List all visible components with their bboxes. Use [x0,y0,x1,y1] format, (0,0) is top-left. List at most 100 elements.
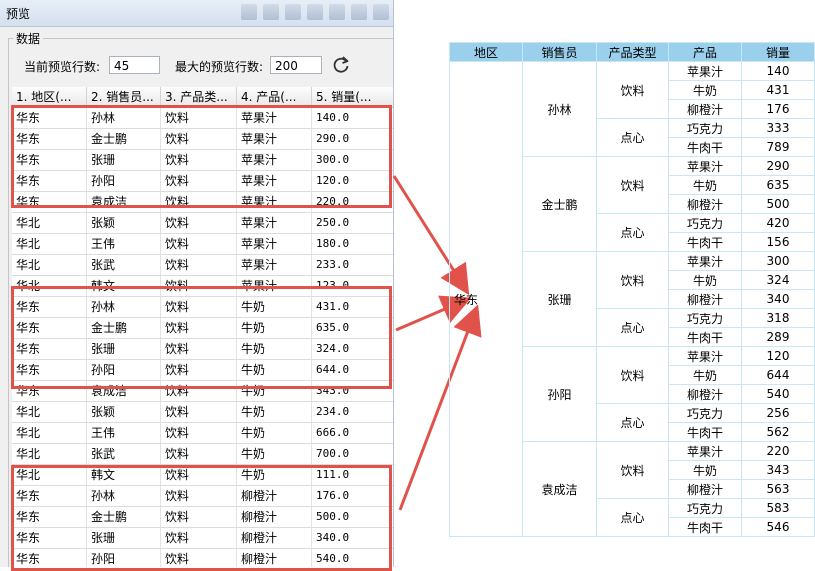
pivot-seller-cell: 金士鹏 [522,156,597,252]
grid-cell: 张珊 [87,150,161,170]
toolbar-icon[interactable] [263,4,279,20]
pivot-sales-cell: 156 [741,232,815,252]
pivot-product-cell: 牛肉干 [668,517,742,537]
grid-cell: 牛奶 [237,444,312,464]
toolbar-icon[interactable] [329,4,345,20]
current-rows-input[interactable]: 45 [109,56,160,74]
grid-row[interactable]: 华东 孙阳 饮料 柳橙汁 540.0 [12,549,393,567]
title-bar: 预览 [0,0,393,27]
grid-cell: 140.0 [312,108,393,128]
grid-cell: 500.0 [312,507,393,527]
grid-cell: 饮料 [161,150,237,170]
pivot-type-cell: 点心 [596,308,669,347]
grid-cell: 华北 [12,276,87,296]
pivot-region-cell: 华东 [449,61,523,537]
grid-row[interactable]: 华东 孙林 饮料 苹果汁 140.0 [12,108,393,129]
group-title: 数据 [13,30,44,47]
grid-cell: 牛奶 [237,402,312,422]
grid-cell: 饮料 [161,192,237,212]
grid-cell: 袁成洁 [87,192,161,212]
grid-cell: 300.0 [312,150,393,170]
grid-row[interactable]: 华东 孙林 饮料 柳橙汁 176.0 [12,486,393,507]
grid-row[interactable]: 华东 袁成洁 饮料 牛奶 343.0 [12,381,393,402]
grid-row[interactable]: 华东 张珊 饮料 柳橙汁 340.0 [12,528,393,549]
grid-body: 华东 孙林 饮料 苹果汁 140.0 华东 金士鹏 饮料 苹果汁 290.0 华东 张珊 饮料 苹果汁 30… [12,108,393,567]
column-header[interactable]: 4. 产品(... [237,87,312,107]
column-header[interactable]: 3. 产品类... [161,87,237,107]
pivot-sales-cell: 343 [741,460,815,480]
grid-row[interactable]: 华东 金士鹏 饮料 柳橙汁 500.0 [12,507,393,528]
grid-cell: 苹果汁 [237,129,312,149]
pivot-column-header: 销量 [741,42,815,62]
grid-row[interactable]: 华东 张珊 饮料 牛奶 324.0 [12,339,393,360]
grid-row[interactable]: 华北 张颖 饮料 苹果汁 250.0 [12,213,393,234]
grid-row[interactable]: 华北 王伟 饮料 牛奶 666.0 [12,423,393,444]
grid-cell: 袁成洁 [87,381,161,401]
current-rows-label: 当前预览行数: [24,60,101,74]
grid-row[interactable]: 华北 张武 饮料 苹果汁 233.0 [12,255,393,276]
grid-row[interactable]: 华东 孙林 饮料 牛奶 431.0 [12,297,393,318]
column-header[interactable]: 5. 销量(... [312,87,393,107]
toolbar-icon[interactable] [285,4,301,20]
grid-cell: 牛奶 [237,297,312,317]
pivot-sales-cell: 289 [741,327,815,347]
grid-row[interactable]: 华东 张珊 饮料 苹果汁 300.0 [12,150,393,171]
pivot-sales-cell: 176 [741,99,815,119]
grid-row[interactable]: 华东 袁成洁 饮料 苹果汁 220.0 [12,192,393,213]
grid-row[interactable]: 华东 孙阳 饮料 牛奶 644.0 [12,360,393,381]
grid-row[interactable]: 华东 金士鹏 饮料 牛奶 635.0 [12,318,393,339]
grid-cell: 苹果汁 [237,213,312,233]
grid-cell: 华东 [12,549,87,567]
pivot-sales-cell: 562 [741,422,815,442]
pivot-product-cell: 牛肉干 [668,137,742,157]
grid-cell: 柳橙汁 [237,507,312,527]
grid-cell: 180.0 [312,234,393,254]
grid-cell: 王伟 [87,423,161,443]
pivot-sales-cell: 563 [741,479,815,499]
pivot-sales-cell: 256 [741,403,815,423]
max-rows-input[interactable]: 200 [270,56,322,74]
preview-window: 预览 数据 当前预览行数: 45 最大的预览行数: 200 1. 地区(... 2… [0,0,394,567]
grid-cell: 韩文 [87,276,161,296]
grid-cell: 金士鹏 [87,318,161,338]
grid-cell: 柳橙汁 [237,528,312,548]
pivot-product-cell: 牛肉干 [668,327,742,347]
grid-cell: 苹果汁 [237,108,312,128]
grid-row[interactable]: 华北 韩文 饮料 牛奶 111.0 [12,465,393,486]
refresh-icon[interactable] [331,55,351,75]
toolbar-icon[interactable] [307,4,323,20]
grid-row[interactable]: 华北 王伟 饮料 苹果汁 180.0 [12,234,393,255]
grid-row[interactable]: 华北 张武 饮料 牛奶 700.0 [12,444,393,465]
toolbar-icon[interactable] [241,4,257,20]
grid-cell: 340.0 [312,528,393,548]
grid-cell: 孙阳 [87,360,161,380]
grid-cell: 饮料 [161,129,237,149]
grid-cell: 饮料 [161,108,237,128]
grid-cell: 饮料 [161,213,237,233]
pivot-report: 地区 销售员 产品类型 产品 销量 华东 孙林 饮料 苹果汁 140 牛奶 431 柳橙汁 176 点心 巧克… [449,42,815,537]
column-header[interactable]: 1. 地区(... [12,87,87,107]
grid-cell: 孙林 [87,108,161,128]
grid-row[interactable]: 华东 金士鹏 饮料 苹果汁 290.0 [12,129,393,150]
grid-cell: 苹果汁 [237,234,312,254]
pivot-type-cell: 点心 [596,498,669,537]
grid-row[interactable]: 华北 韩文 饮料 苹果汁 123.0 [12,276,393,297]
grid-cell: 牛奶 [237,318,312,338]
grid-cell: 苹果汁 [237,276,312,296]
grid-cell: 华东 [12,381,87,401]
grid-row[interactable]: 华东 孙阳 饮料 苹果汁 120.0 [12,171,393,192]
pivot-seller-cell: 袁成洁 [522,441,597,537]
pivot-type-cell: 点心 [596,213,669,252]
toolbar-icon[interactable] [373,4,389,20]
pivot-column-header: 产品类型 [596,42,669,62]
grid-cell: 饮料 [161,255,237,275]
pivot-column-header: 销售员 [522,42,597,62]
toolbar-icon[interactable] [351,4,367,20]
column-header[interactable]: 2. 销售员... [87,87,161,107]
grid-row[interactable]: 华北 张颖 饮料 牛奶 234.0 [12,402,393,423]
pivot-product-cell: 巧克力 [668,308,742,328]
grid-cell: 635.0 [312,318,393,338]
grid-cell: 431.0 [312,297,393,317]
grid-cell: 饮料 [161,402,237,422]
grid-cell: 华北 [12,213,87,233]
